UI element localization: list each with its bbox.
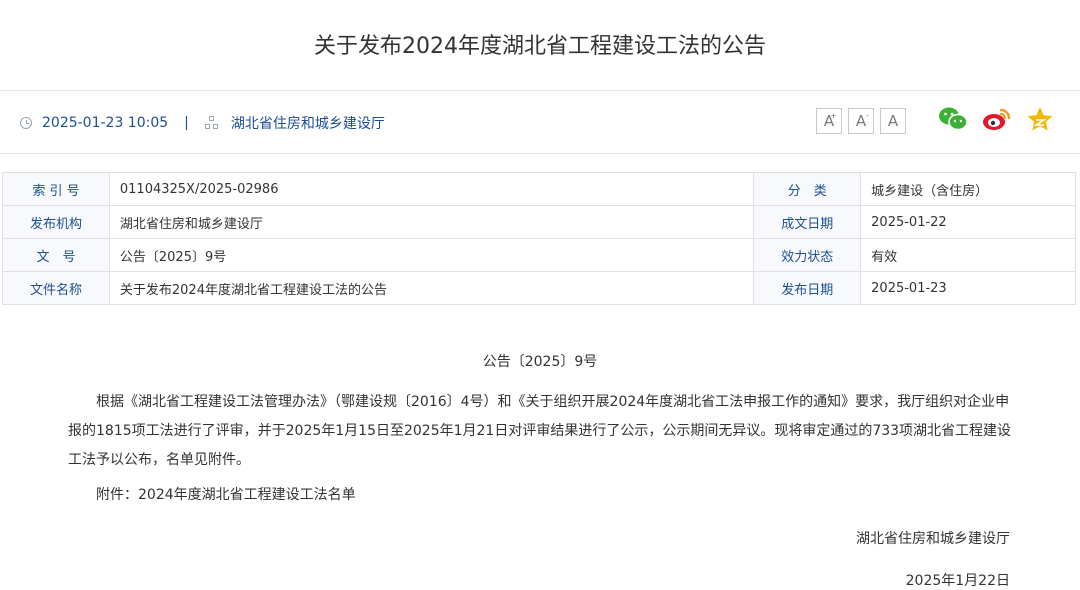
label-document-name: 文件名称 xyxy=(2,271,110,305)
wechat-icon[interactable] xyxy=(938,106,968,132)
organization-icon xyxy=(204,116,219,130)
meta-bar: 2025-01-23 10:05 | 湖北省住房和城乡建设厅 xyxy=(20,112,385,134)
table-row: 索 引 号 01104325X/2025-02986 分 类 城乡建设（含住房） xyxy=(2,172,1076,206)
label-index-number: 索 引 号 xyxy=(2,172,110,206)
signature-organization: 湖北省住房和城乡建设厅 xyxy=(856,531,1010,547)
label-validity-status: 效力状态 xyxy=(753,238,862,272)
signature-date: 2025年1月22日 xyxy=(905,573,1010,589)
source-organization[interactable]: 湖北省住房和城乡建设厅 xyxy=(231,113,385,133)
favorite-star-icon[interactable] xyxy=(1026,106,1054,132)
value-document-number: 公告〔2025〕9号 xyxy=(108,238,755,272)
divider-top xyxy=(0,90,1080,91)
share-bar xyxy=(938,106,1054,132)
page-title: 关于发布2024年度湖北省工程建设工法的公告 xyxy=(314,34,766,59)
label-written-date: 成文日期 xyxy=(753,205,862,239)
label-document-number: 文 号 xyxy=(2,238,110,272)
meta-separator: | xyxy=(184,115,189,131)
table-row: 文件名称 关于发布2024年度湖北省工程建设工法的公告 发布日期 2025-01… xyxy=(2,271,1076,305)
publish-datetime: 2025-01-23 10:05 xyxy=(42,115,169,131)
body-paragraph: 根据《湖北省工程建设工法管理办法》（鄂建设规〔2016〕4号）和《关于组织开展2… xyxy=(68,394,1012,468)
font-size-controls: A + A- A xyxy=(816,108,906,134)
clock-icon xyxy=(20,117,32,129)
value-written-date: 2025-01-22 xyxy=(860,205,1076,239)
label-publish-date: 发布日期 xyxy=(753,271,862,305)
font-decrease-button[interactable]: A- xyxy=(848,108,874,134)
weibo-icon[interactable] xyxy=(982,106,1012,132)
value-category: 城乡建设（含住房） xyxy=(860,172,1076,206)
value-publish-date: 2025-01-23 xyxy=(860,271,1076,305)
value-index-number: 01104325X/2025-02986 xyxy=(108,172,755,206)
value-validity-status: 有效 xyxy=(860,238,1076,272)
value-document-name: 关于发布2024年度湖北省工程建设工法的公告 xyxy=(108,271,755,305)
table-row: 文 号 公告〔2025〕9号 效力状态 有效 xyxy=(2,238,1076,272)
font-increase-button[interactable]: A + xyxy=(816,108,842,134)
document-info-table: 索 引 号 01104325X/2025-02986 分 类 城乡建设（含住房）… xyxy=(2,172,1076,305)
font-default-button[interactable]: A xyxy=(880,108,906,134)
document-number-heading: 公告〔2025〕9号 xyxy=(482,354,598,370)
attachment-line[interactable]: 附件：2024年度湖北省工程建设工法名单 xyxy=(68,481,1012,510)
label-category: 分 类 xyxy=(753,172,862,206)
divider-meta xyxy=(0,153,1080,154)
value-issuing-agency: 湖北省住房和城乡建设厅 xyxy=(108,205,755,239)
label-issuing-agency: 发布机构 xyxy=(2,205,110,239)
table-row: 发布机构 湖北省住房和城乡建设厅 成文日期 2025-01-22 xyxy=(2,205,1076,239)
